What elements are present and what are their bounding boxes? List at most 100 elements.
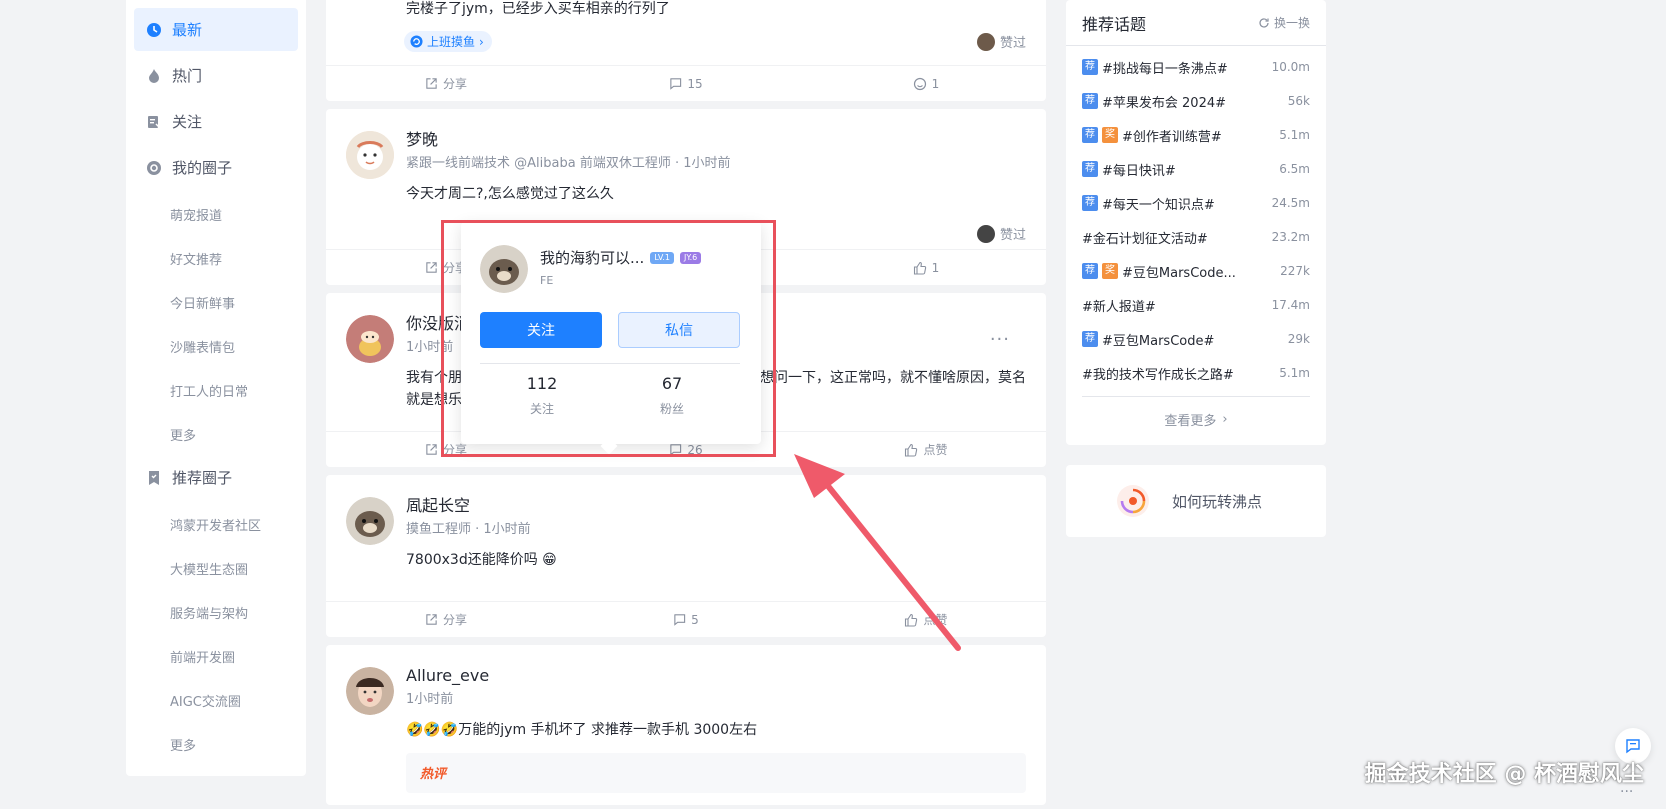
emoji-like-icon	[913, 77, 926, 90]
content-tail: 想问一下，这正常吗，就不懂啥原因，莫名	[760, 370, 1026, 386]
like-button[interactable]: 1	[806, 261, 1046, 275]
recommend-tag: 荐	[1082, 195, 1098, 211]
topic-label: 上班摸鱼	[427, 35, 476, 49]
share-button[interactable]: 分享	[326, 611, 566, 628]
circle-item[interactable]: 鸿蒙开发者社区	[134, 502, 298, 546]
award-tag: 奖	[1102, 127, 1118, 143]
boiling-logo-icon	[1117, 485, 1149, 517]
popup-username[interactable]: 我的海豹可以... LV.1 JY.6	[540, 247, 702, 268]
avatar[interactable]	[346, 131, 394, 179]
circle-item[interactable]: 沙雕表情包	[134, 324, 298, 368]
liker-avatar	[976, 32, 995, 51]
post-card: Allure_eve 1小时前 🤣🤣🤣万能的jym 手机坏了 求推荐一款手机 3…	[326, 645, 1046, 805]
topic-row[interactable]: 荐 #挑战每日一条沸点# 10.0m	[1066, 50, 1326, 84]
topic-row[interactable]: #金石计划征文活动# 23.2m	[1066, 220, 1326, 254]
comment-button[interactable]: 5	[566, 613, 806, 627]
like-button[interactable]: 点赞	[806, 441, 1046, 458]
watermark: 掘金技术社区 @ 杯酒慰风尘	[1364, 762, 1644, 787]
topic-count: 23.2m	[1271, 230, 1310, 244]
circle-item[interactable]: 打工人的日常	[134, 368, 298, 412]
refresh-icon	[1259, 17, 1269, 28]
post-content: 今天才周二?,怎么感觉过了这么久	[406, 186, 614, 202]
nav-label: 我的圈子	[172, 159, 233, 177]
following-stat[interactable]: 112 关注	[497, 374, 587, 417]
nav-my-circles[interactable]: 我的圈子	[134, 146, 298, 189]
topic-name: #豆包MarsCode#	[1102, 333, 1215, 349]
hot-comment[interactable]: 热评	[406, 753, 1026, 793]
nav-recommend-circles[interactable]: 推荐圈子	[134, 456, 298, 499]
topic-count: 17.4m	[1271, 298, 1310, 312]
post-content: 完楼子了jym，已经步入买车相亲的行列了	[406, 1, 670, 17]
topic-name: #苹果发布会 2024#	[1102, 95, 1227, 111]
circle-item[interactable]: 前端开发圈	[134, 634, 298, 678]
comment-icon	[674, 614, 686, 626]
topic-row[interactable]: #新人报道# 17.4m	[1066, 288, 1326, 322]
circle-more[interactable]: 更多	[134, 412, 298, 456]
avatar[interactable]	[480, 245, 528, 293]
topic-row[interactable]: #我的技术写作成长之路# 5.1m	[1066, 356, 1326, 390]
laugh-emoji-icon: 🤣🤣🤣	[406, 722, 459, 738]
popup-job: FE	[540, 274, 554, 287]
circle-item[interactable]: 服务端与架构	[134, 590, 298, 634]
avatar[interactable]	[346, 667, 394, 715]
recommend-tag: 荐	[1082, 127, 1098, 143]
nav-label: 热门	[172, 67, 203, 85]
view-more-button[interactable]: 查看更多 ›	[1082, 396, 1310, 442]
content-text: 万能的jym 手机坏了 求推荐一款手机 3000左右	[458, 722, 758, 738]
post-meta: 紧跟一线前端技术 @Alibaba 前端双休工程师 · 1小时前	[406, 156, 731, 171]
like-label: 点赞	[923, 443, 948, 457]
topic-count: 6.5m	[1279, 162, 1310, 176]
topic-row[interactable]: 荐 #苹果发布会 2024# 56k	[1066, 84, 1326, 118]
nav-hot[interactable]: 热门	[134, 54, 298, 97]
topic-name: #金石计划征文活动#	[1082, 231, 1208, 247]
topic-row[interactable]: 荐 #豆包MarsCode# 29k	[1066, 322, 1326, 356]
refresh-label: 换一换	[1273, 16, 1310, 30]
like-label: 点赞	[923, 613, 948, 627]
topic-tag[interactable]: 上班摸鱼 ›	[404, 31, 492, 52]
post-content: 🤣🤣🤣万能的jym 手机坏了 求推荐一款手机 3000左右	[406, 719, 1026, 741]
post-actions: 分享 5 点赞	[326, 601, 1046, 637]
circle-more[interactable]: 更多	[134, 722, 298, 766]
topic-row[interactable]: 荐奖 #创作者训练营# 5.1m	[1066, 118, 1326, 152]
like-button[interactable]: 点赞	[806, 611, 1046, 628]
circle-item[interactable]: AIGC交流圈	[134, 678, 298, 722]
circle-item[interactable]: 好文推荐	[134, 236, 298, 280]
howto-card[interactable]: 如何玩转沸点	[1066, 465, 1326, 537]
refresh-button[interactable]: 换一换	[1258, 14, 1310, 31]
nav-latest[interactable]: 最新	[134, 8, 298, 51]
topic-name: #豆包MarsCode...	[1122, 265, 1236, 281]
topic-row[interactable]: 荐 #每日快讯# 6.5m	[1066, 152, 1326, 186]
username[interactable]: 凮起长空	[406, 495, 1026, 517]
comment-button[interactable]: 15	[566, 77, 806, 91]
avatar[interactable]	[346, 497, 394, 545]
topic-count: 227k	[1280, 264, 1310, 278]
recommend-tag: 荐	[1082, 331, 1098, 347]
more-options-icon[interactable]: ···	[990, 329, 1010, 350]
share-button[interactable]: 分享	[326, 75, 566, 92]
howto-label: 如何玩转沸点	[1172, 492, 1263, 511]
circle-item[interactable]: 大模型生态圈	[134, 546, 298, 590]
circle-item[interactable]: 萌宠报道	[134, 192, 298, 236]
like-button[interactable]: 1	[806, 77, 1046, 91]
username[interactable]: 梦晚	[406, 129, 1026, 151]
nav-follow[interactable]: 关注	[134, 100, 298, 143]
panel-header: 推荐话题 换一换	[1066, 0, 1326, 46]
circle-item[interactable]: 今日新鲜事	[134, 280, 298, 324]
liker-avatar	[976, 224, 995, 243]
post-card: 完楼子了jym，已经步入买车相亲的行列了 上班摸鱼 › 赞过 分享 15 1	[326, 0, 1046, 101]
message-button[interactable]: 私信	[618, 312, 740, 348]
post-actions: 分享 15 1	[326, 65, 1046, 101]
avatar[interactable]	[346, 315, 394, 363]
fans-stat[interactable]: 67 粉丝	[627, 374, 717, 417]
nav-label: 关注	[172, 113, 203, 131]
username[interactable]: Allure_eve	[406, 665, 1026, 687]
topic-name: #创作者训练营#	[1122, 129, 1222, 145]
topic-count: 56k	[1287, 94, 1310, 108]
topic-row[interactable]: 荐奖 #豆包MarsCode... 227k	[1066, 254, 1326, 288]
topic-row[interactable]: 荐 #每天一个知识点# 24.5m	[1066, 186, 1326, 220]
popup-name-text: 我的海豹可以...	[540, 249, 645, 267]
topic-count: 5.1m	[1279, 366, 1310, 380]
clock-icon	[146, 22, 162, 38]
follow-button[interactable]: 关注	[480, 312, 602, 348]
hot-comment-label: 热评	[420, 767, 447, 782]
